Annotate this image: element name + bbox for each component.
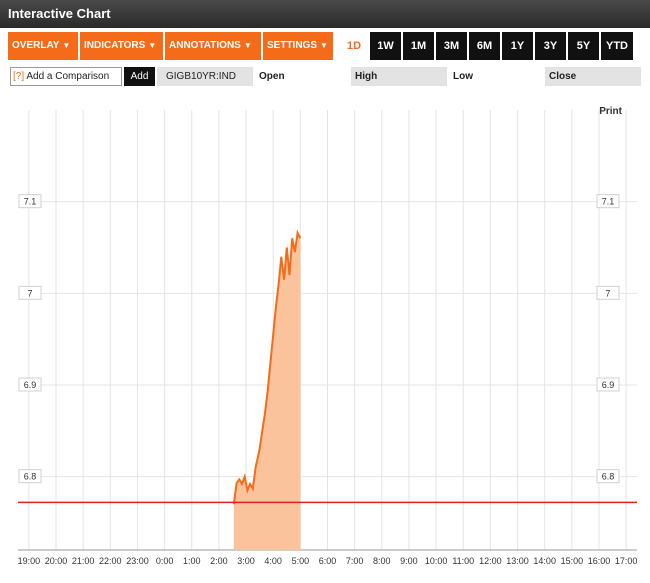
range-1y-button[interactable]: 1Y	[502, 32, 533, 60]
y-tick-label-left: 7.1	[24, 197, 37, 207]
chart-toolbar: OVERLAY ▼ INDICATORS ▼ ANNOTATIONS ▼ SET…	[8, 32, 335, 60]
x-tick-label: 10:00	[425, 556, 448, 566]
y-tick-label-left: 6.8	[24, 472, 37, 482]
indicators-menu[interactable]: INDICATORS ▼	[80, 32, 163, 60]
x-tick-label: 7:00	[346, 556, 364, 566]
symbol-label: GIGB10YR:IND	[157, 67, 253, 86]
caret-down-icon: ▼	[320, 41, 328, 50]
range-selector: 1D 1W 1M 3M 6M 1Y 3Y 5Y YTD	[340, 32, 635, 60]
x-tick-label: 17:00	[615, 556, 638, 566]
x-tick-label: 4:00	[264, 556, 282, 566]
low-label: Low	[453, 71, 473, 82]
indicators-menu-label: INDICATORS	[84, 40, 146, 51]
overlay-menu[interactable]: OVERLAY ▼	[8, 32, 78, 60]
quote-bar: [?] Add a Comparison Add GIGB10YR:IND Op…	[0, 65, 650, 87]
y-axis-right: 7.1 7 6.9 6.8	[596, 194, 620, 484]
range-1d-button[interactable]: 1D	[340, 32, 368, 60]
settings-menu[interactable]: SETTINGS ▼	[263, 32, 333, 60]
help-icon[interactable]: [?]	[13, 71, 24, 82]
range-1w-button[interactable]: 1W	[370, 32, 401, 60]
y-tick-label-right: 6.8	[602, 472, 615, 482]
chart-grid	[18, 110, 637, 551]
print-link[interactable]: Print	[599, 106, 622, 117]
y-axis-left: 7.1 7 6.9 6.8	[18, 194, 42, 484]
x-tick-label: 6:00	[319, 556, 337, 566]
range-ytd-button[interactable]: YTD	[601, 32, 633, 60]
caret-down-icon: ▼	[243, 41, 252, 50]
x-tick-label: 8:00	[373, 556, 391, 566]
y-tick-label-right: 7	[605, 288, 610, 298]
close-label: Close	[545, 67, 641, 86]
annotations-menu-label: ANNOTATIONS	[169, 40, 241, 51]
range-3y-button[interactable]: 3Y	[535, 32, 566, 60]
y-tick-label-left: 6.9	[24, 380, 37, 390]
y-tick-label-left: 7	[27, 288, 32, 298]
y-tick-label-right: 7.1	[602, 197, 615, 207]
x-tick-label: 9:00	[400, 556, 418, 566]
x-tick-label: 11:00	[452, 556, 474, 566]
x-tick-label: 2:00	[210, 556, 228, 566]
comparison-input[interactable]: [?] Add a Comparison	[10, 67, 122, 86]
x-tick-label: 19:00	[18, 556, 41, 566]
x-tick-label: 14:00	[533, 556, 556, 566]
caret-down-icon: ▼	[62, 41, 71, 50]
x-tick-label: 20:00	[45, 556, 68, 566]
x-tick-label: 22:00	[99, 556, 122, 566]
caret-down-icon: ▼	[148, 41, 157, 50]
annotations-menu[interactable]: ANNOTATIONS ▼	[165, 32, 261, 60]
settings-menu-label: SETTINGS	[267, 40, 318, 51]
comparison-placeholder: Add a Comparison	[26, 71, 110, 82]
open-label: Open	[259, 71, 285, 82]
range-1m-button[interactable]: 1M	[403, 32, 434, 60]
x-tick-label: 0:00	[156, 556, 174, 566]
range-3m-button[interactable]: 3M	[436, 32, 467, 60]
x-tick-label: 13:00	[506, 556, 529, 566]
price-chart[interactable]: 7.1 7 6.9 6.8 7.1 7 6.9 6.8 19:00 20:00 21:00 22:…	[0, 90, 650, 583]
x-tick-label: 21:00	[72, 556, 95, 566]
x-tick-label: 1:00	[183, 556, 201, 566]
overlay-menu-label: OVERLAY	[12, 40, 60, 51]
range-6m-button[interactable]: 6M	[469, 32, 500, 60]
x-tick-label: 5:00	[292, 556, 310, 566]
range-5y-button[interactable]: 5Y	[568, 32, 599, 60]
high-label: High	[351, 67, 447, 86]
x-tick-label: 23:00	[126, 556, 149, 566]
x-tick-label: 12:00	[479, 556, 502, 566]
x-tick-label: 15:00	[561, 556, 584, 566]
window-title: Interactive Chart	[0, 0, 650, 28]
x-tick-label: 3:00	[237, 556, 255, 566]
y-tick-label-right: 6.9	[602, 380, 615, 390]
add-comparison-button[interactable]: Add	[124, 67, 155, 86]
x-tick-label: 16:00	[588, 556, 611, 566]
x-axis: 19:00 20:00 21:00 22:00 23:00 0:00 1:00 2:00 3:0…	[18, 556, 638, 566]
